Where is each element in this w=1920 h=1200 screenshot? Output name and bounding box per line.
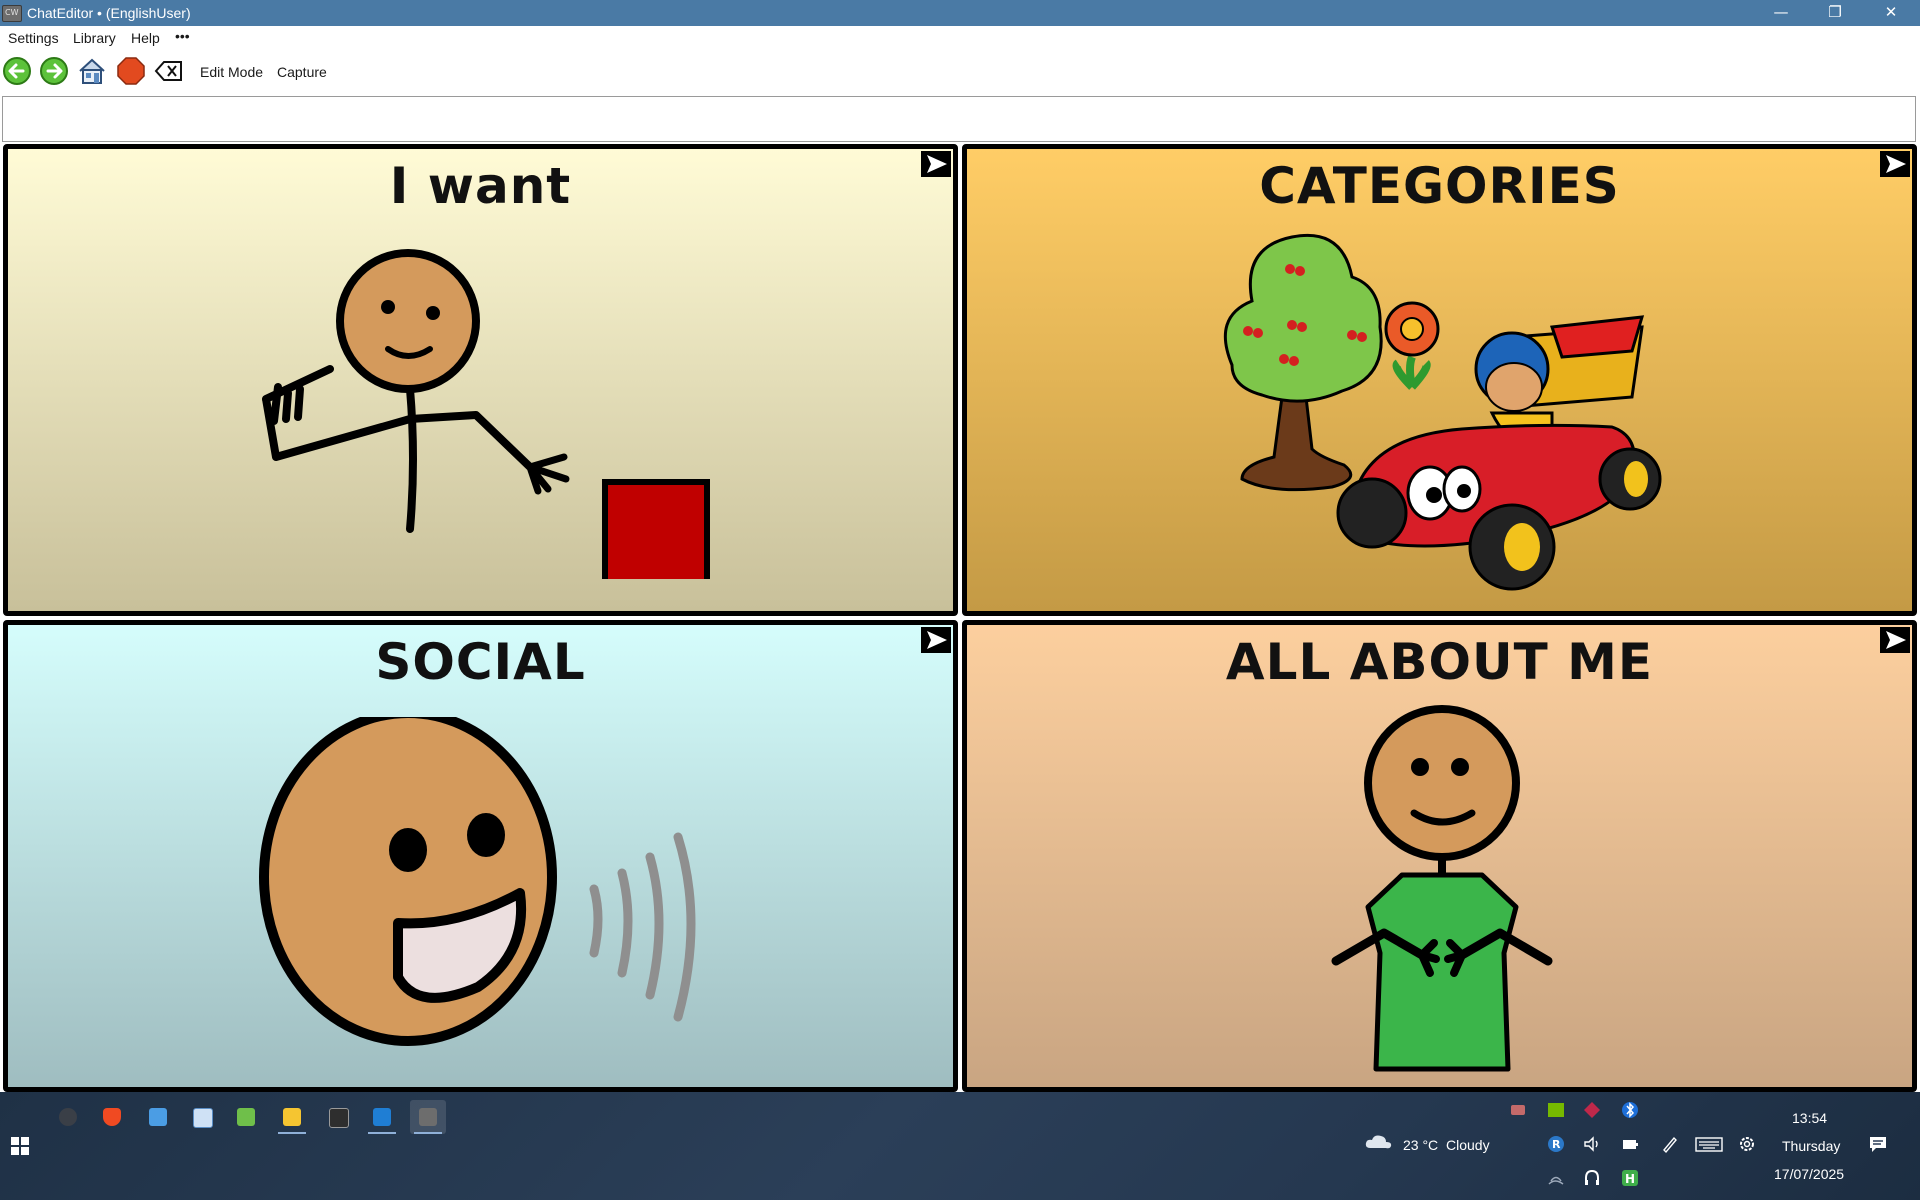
clock-day[interactable]: Thursday	[1782, 1138, 1840, 1154]
keyboard-icon[interactable]	[1694, 1134, 1724, 1154]
tray-red-icon[interactable]	[1582, 1100, 1602, 1120]
grid-button-label: CATEGORIES	[1259, 157, 1620, 215]
grid-button-all-about-me[interactable]: ALL ABOUT ME	[962, 620, 1917, 1092]
arrow-jump-icon	[921, 627, 951, 653]
vocabulary-grid: I want CATEGORIES SOCIAL ALL ABOUT ME	[0, 142, 1920, 1092]
grid-button-label: I want	[389, 157, 572, 215]
terminal-icon[interactable]	[320, 1100, 356, 1134]
svg-text:H: H	[1625, 1172, 1635, 1186]
brave-browser-icon[interactable]	[94, 1100, 130, 1134]
wifi-icon[interactable]	[1546, 1168, 1566, 1188]
menu-help[interactable]: Help	[131, 30, 160, 46]
maximize-button[interactable]: ❐	[1808, 0, 1862, 26]
image-viewer-icon[interactable]	[184, 1100, 220, 1134]
battery-icon[interactable]	[1620, 1134, 1640, 1154]
arrow-jump-icon	[1880, 151, 1910, 177]
edit-mode-button[interactable]: Edit Mode	[200, 64, 263, 80]
menu-library[interactable]: Library	[73, 30, 116, 46]
tray-app-icon[interactable]	[1508, 1100, 1528, 1120]
chateditor-icon[interactable]	[410, 1100, 446, 1134]
headset-icon[interactable]	[1582, 1168, 1602, 1188]
home-icon[interactable]	[77, 56, 107, 86]
forward-arrow-icon[interactable]	[39, 56, 69, 86]
person-pointing-self-picture	[1331, 705, 1553, 1072]
svg-text:R: R	[1552, 1138, 1561, 1151]
volume-icon[interactable]	[1582, 1134, 1602, 1154]
menu-bar: Settings Library Help •••	[0, 26, 1920, 50]
system-app-icon[interactable]	[50, 1100, 86, 1134]
grid-button-label: ALL ABOUT ME	[1225, 633, 1654, 691]
more-menu-button[interactable]: •••	[175, 28, 190, 44]
taskbar: 23 °C Cloudy R H 13:54 Thursday 17/07/20…	[0, 1092, 1920, 1200]
grid-button-social[interactable]: SOCIAL	[3, 620, 958, 1092]
pen-icon[interactable]	[1660, 1134, 1680, 1154]
windows-start-icon[interactable]	[10, 1136, 30, 1156]
notepad-icon[interactable]	[228, 1100, 264, 1134]
stop-icon[interactable]	[116, 56, 146, 86]
remote-desktop-icon[interactable]	[140, 1100, 176, 1134]
nvidia-icon[interactable]	[1546, 1100, 1566, 1120]
back-arrow-icon[interactable]	[2, 56, 32, 86]
app-logo-icon	[2, 5, 22, 22]
smiling-face-speaking-picture	[259, 717, 696, 1046]
menu-settings[interactable]: Settings	[8, 30, 59, 46]
r-app-icon[interactable]: R	[1546, 1134, 1566, 1154]
tree-flower-race-car-picture	[1223, 233, 1662, 591]
title-bar: ChatEditor • (EnglishUser) — ❐ ✕	[0, 0, 1920, 26]
arrow-jump-icon	[1880, 627, 1910, 653]
file-explorer-icon[interactable]	[274, 1100, 310, 1134]
clear-icon[interactable]	[154, 56, 184, 86]
window-title: ChatEditor • (EnglishUser)	[27, 5, 191, 21]
vscode-icon[interactable]	[364, 1100, 400, 1134]
message-bar[interactable]	[2, 96, 1916, 142]
bluetooth-icon[interactable]	[1620, 1100, 1640, 1120]
minimize-button[interactable]: —	[1754, 0, 1808, 26]
weather-temperature[interactable]: 23 °C	[1403, 1137, 1438, 1153]
weather-condition[interactable]: Cloudy	[1446, 1137, 1490, 1153]
capture-button[interactable]: Capture	[277, 64, 327, 80]
close-button[interactable]: ✕	[1864, 0, 1918, 26]
clock-time[interactable]: 13:54	[1792, 1110, 1827, 1126]
grid-button-i-want[interactable]: I want	[3, 144, 958, 616]
person-pointing-red-square-picture	[262, 249, 710, 579]
toolbar: Edit Mode Capture	[0, 50, 1920, 94]
settings-gear-icon[interactable]	[1737, 1134, 1757, 1154]
h-app-icon[interactable]: H	[1620, 1168, 1640, 1188]
clock-date[interactable]: 17/07/2025	[1774, 1166, 1844, 1182]
grid-button-label: SOCIAL	[375, 633, 586, 691]
arrow-jump-icon	[921, 151, 951, 177]
cloudy-weather-icon[interactable]	[1364, 1132, 1394, 1152]
grid-button-categories[interactable]: CATEGORIES	[962, 144, 1917, 616]
notifications-icon[interactable]	[1868, 1134, 1888, 1154]
